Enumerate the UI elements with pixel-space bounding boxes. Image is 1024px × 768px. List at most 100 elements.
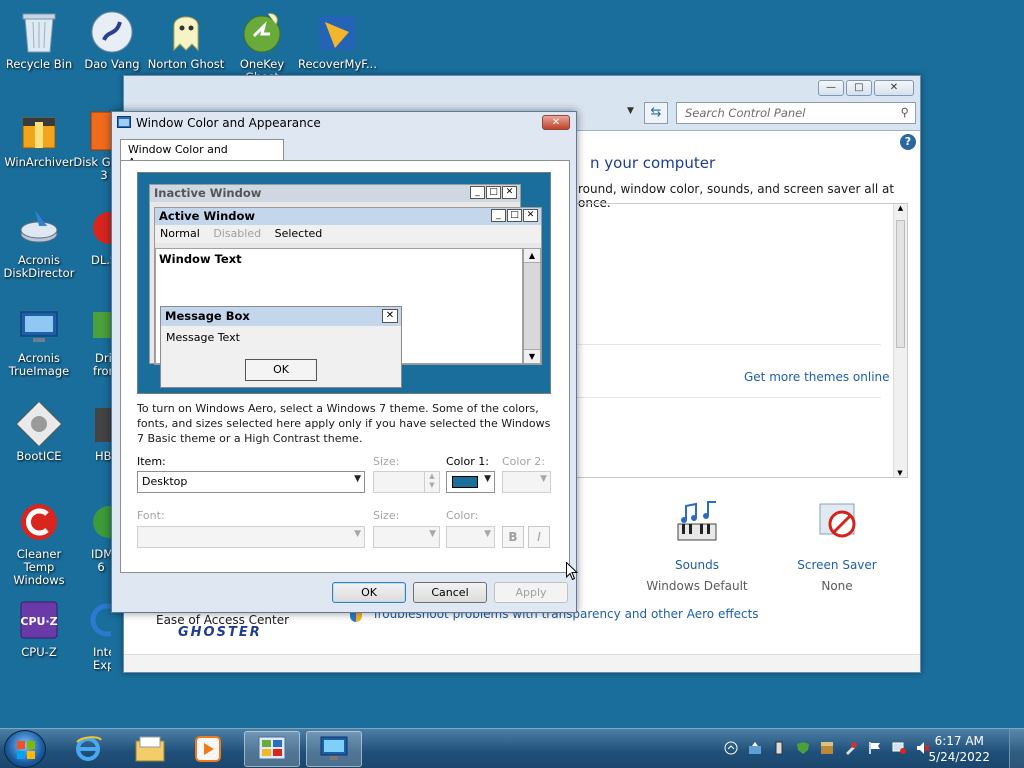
italic-button[interactable]: I — [528, 526, 550, 548]
desktop-icon-ccleaner[interactable]: Cleaner Temp Windows — [0, 494, 78, 587]
scroll-down-icon: ▼ — [524, 349, 540, 363]
preview-message-box[interactable]: Message Box ✕ Message Text OK — [160, 306, 402, 388]
search-input[interactable]: Search Control Panel ⚲ — [676, 102, 916, 124]
tab-window-color[interactable]: Window Color and Appearance — [120, 139, 284, 169]
ok-button[interactable]: OK — [332, 582, 406, 603]
driver-icon — [73, 304, 111, 348]
desktop-icon-label: Acronis DiskDirector — [3, 253, 75, 280]
desktop-icon-disk-genius[interactable]: Disk G 3 — [73, 102, 111, 182]
help-icon[interactable]: ? — [900, 134, 916, 150]
spinner-arrows-icon[interactable]: ▲ ▼ — [424, 472, 439, 492]
start-button[interactable] — [4, 730, 46, 768]
archive-icon[interactable] — [820, 741, 834, 755]
message-box-caption: Message Box ✕ — [161, 307, 401, 326]
desktop-icon-norton-ghost[interactable]: Norton Ghost — [147, 4, 225, 71]
taskbar-internet-explorer[interactable] — [60, 731, 116, 767]
close-button[interactable]: ✕ — [874, 80, 914, 96]
sounds-tile[interactable]: Sounds Windows Default — [642, 500, 752, 593]
item-select[interactable]: Desktop ▼ — [137, 471, 365, 493]
cancel-button[interactable]: Cancel — [413, 582, 487, 603]
notification-chevron-icon[interactable] — [724, 741, 738, 755]
taskbar-media-player[interactable] — [180, 731, 236, 767]
preview-ok-button[interactable]: OK — [245, 359, 317, 381]
scroll-thumb[interactable] — [896, 220, 905, 348]
preview-scrollbar[interactable]: ▲ ▼ — [523, 248, 541, 364]
tile-title: Screen Saver — [797, 558, 877, 572]
divider — [577, 344, 881, 345]
action-center-flag-icon[interactable] — [868, 741, 882, 755]
scroll-down-icon[interactable]: ▼ — [894, 469, 906, 477]
menu-selected[interactable]: Selected — [275, 227, 323, 240]
desktop-icon-cpuz[interactable]: CPU·Z CPU-Z — [0, 592, 78, 659]
show-desktop-button[interactable] — [1009, 729, 1024, 768]
security-shield-icon[interactable] — [796, 741, 810, 755]
taskbar-display-settings[interactable] — [306, 731, 362, 767]
usb-device-icon[interactable] — [772, 741, 786, 755]
tool-icon[interactable] — [844, 741, 858, 755]
desktop-icon-driver[interactable]: Driver from — [73, 298, 111, 378]
desktop-icon-label: Recycle Bin — [5, 57, 73, 71]
desktop-icon-label: DL.Se — [91, 253, 111, 267]
desktop-icon-idm[interactable]: IDM 6 — [73, 494, 111, 574]
font-select[interactable]: ▼ — [137, 526, 365, 548]
minimize-button[interactable]: — — [818, 80, 844, 96]
window-color-dialog: Window Color and Appearance ✕ Window Col… — [111, 111, 577, 613]
desktop-icon-label: WinArchiver — [4, 155, 74, 169]
desktop-icon-acronis-diskdirector[interactable]: Acronis DiskDirector — [0, 200, 78, 280]
recovermyfiles-icon — [315, 10, 359, 54]
desktop-icon-winarchiver[interactable]: WinArchiver — [0, 102, 78, 169]
desktop-icon-dlsearch[interactable]: DL.Se — [73, 200, 111, 267]
active-window-caption: Active Window _ □ ✕ — [155, 208, 541, 225]
chevron-down-icon: ▼ — [484, 529, 491, 539]
search-icon[interactable]: ⚲ — [901, 105, 909, 119]
size-spinner[interactable]: ▲ ▼ — [373, 471, 440, 493]
bold-button[interactable]: B — [502, 526, 524, 548]
desktop-icon-label: Acronis TrueImage — [8, 351, 70, 378]
themes-list[interactable]: ▲ ▼ — [576, 203, 908, 478]
font-size-select[interactable]: ▼ — [373, 526, 440, 548]
taskbar-clock[interactable]: 6:17 AM 5/24/2022 — [928, 733, 990, 765]
taskbar-windows-explorer[interactable] — [122, 731, 178, 767]
desktop-icon-recycle-bin[interactable]: Recycle Bin — [0, 4, 78, 71]
message-box-title: Message Box — [165, 309, 250, 323]
search-placeholder: Search Control Panel — [685, 106, 806, 120]
bootice-icon — [17, 402, 61, 446]
dialog-close-button[interactable]: ✕ — [542, 115, 570, 130]
menu-disabled[interactable]: Disabled — [213, 227, 261, 240]
caption-buttons: _ □ ✕ — [470, 186, 517, 199]
item-label: Item: — [137, 455, 166, 468]
chevron-down-icon: ▼ — [429, 529, 436, 539]
color1-swatch — [452, 476, 478, 488]
font-color-picker[interactable]: ▼ — [446, 526, 495, 548]
network-share-icon[interactable] — [748, 741, 762, 755]
color1-picker[interactable]: ▼ — [446, 471, 495, 493]
tile-subtitle: Windows Default — [646, 579, 748, 593]
desktop-icon-acronis-trueimage[interactable]: Acronis TrueImage — [0, 298, 78, 378]
apply-button[interactable]: Apply — [494, 582, 568, 603]
desktop-icon-bootice[interactable]: BootICE — [0, 396, 78, 463]
maximize-button[interactable]: □ — [846, 80, 872, 96]
screen-saver-tile[interactable]: Screen Saver None — [782, 500, 892, 593]
onekey-ghost-icon — [240, 10, 284, 54]
scroll-up-icon[interactable]: ▲ — [894, 204, 907, 212]
desktop-icon-recovermyfiles[interactable]: RecoverMyF... — [298, 4, 377, 71]
desktop-icon-internet-explorer[interactable]: Interne Explore — [73, 592, 111, 672]
refresh-button[interactable]: ⇆ — [644, 102, 668, 124]
disk-genius-icon — [73, 108, 111, 152]
chevron-down-icon: ▼ — [540, 474, 547, 484]
desktop-icon-onekey-ghost[interactable]: OneKey Ghost — [223, 4, 301, 84]
address-dropdown-arrow[interactable]: ▼ — [627, 106, 634, 116]
menu-normal[interactable]: Normal — [160, 227, 200, 240]
appearance-preview[interactable]: Inactive Window _ □ ✕ Active Window _ □ ✕ No… — [137, 172, 551, 394]
dialog-tab-panel: Inactive Window _ □ ✕ Active Window _ □ ✕ No… — [120, 160, 570, 573]
desktop-icon-dao-vang[interactable]: Dao Vang — [73, 4, 151, 71]
taskbar-control-panel[interactable] — [244, 731, 300, 767]
chevron-down-icon: ▼ — [354, 529, 361, 539]
get-more-themes-link[interactable]: Get more themes online — [744, 370, 890, 384]
desktop-icon-hbcd[interactable]: HBCD — [73, 396, 111, 463]
color2-picker[interactable]: ▼ — [502, 471, 551, 493]
themes-scrollbar[interactable]: ▲ ▼ — [893, 204, 907, 477]
media-player-icon — [195, 736, 221, 762]
desktop-icon-label: Norton Ghost — [147, 57, 225, 71]
network-status-icon[interactable] — [892, 741, 906, 755]
